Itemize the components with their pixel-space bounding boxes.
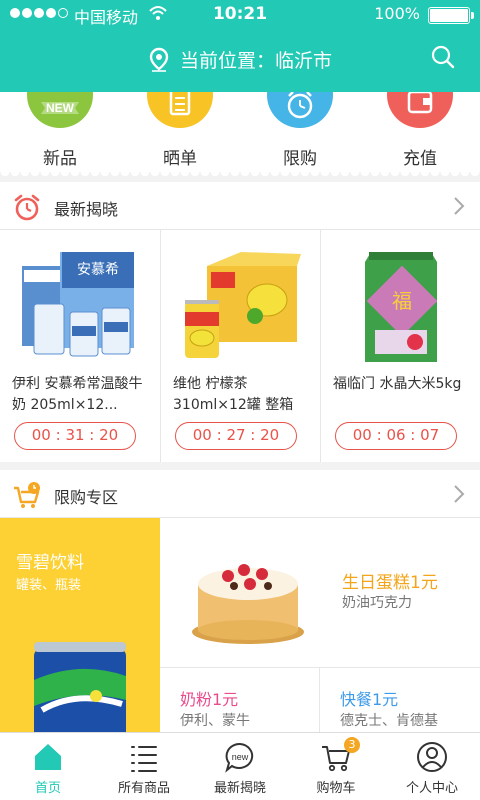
category-recharge[interactable]: 充值 [360, 92, 480, 172]
status-bar: 中国移动 10:21 100% [0, 0, 480, 30]
tab-home[interactable]: 首页 [0, 733, 96, 800]
document-icon [147, 92, 213, 128]
location-pin-icon [149, 47, 169, 72]
tab-all-products[interactable]: 所有商品 [96, 733, 192, 800]
section-title: 最新揭晓 [54, 200, 119, 219]
section-title: 限购专区 [54, 488, 119, 507]
tab-label: 个人中心 [405, 781, 458, 796]
latest-reveal-header[interactable]: 最新揭晓 [0, 182, 480, 230]
rice-bag-image: 福 [365, 252, 438, 362]
product-card[interactable]: 福 福临门 水晶大米5kg 00 : 06 : 07 [320, 230, 480, 462]
new-badge-icon: NEW [27, 92, 93, 128]
tab-cart[interactable]: 3 购物车 [288, 733, 384, 800]
list-icon [131, 746, 157, 772]
wallet-icon [387, 92, 453, 128]
user-icon [417, 742, 447, 772]
svg-text:NEW: NEW [46, 101, 75, 115]
bottom-tab-bar: 首页 所有商品 new 最新揭晓 3 购物车 个人中心 [0, 732, 480, 800]
flash-sale-grid: 雪碧饮料 罐装、瓶装 生日蛋糕1元 奶油巧克力 奶粉1元 伊利、蒙牛 快餐1元 … [0, 518, 480, 732]
milk-powder-title: 奶粉1元 [180, 690, 239, 709]
cart-count-badge: 3 [344, 737, 360, 753]
home-icon [35, 744, 61, 770]
category-label: 限购 [283, 149, 317, 169]
battery-percent: 100% [374, 4, 420, 23]
soda-can-image [34, 642, 126, 732]
featured-sprite-card[interactable]: 雪碧饮料 罐装、瓶装 [0, 518, 160, 732]
product-name: 维他 柠檬茶310ml×12罐 整箱装... [173, 376, 294, 413]
product-card[interactable]: 维他 柠檬茶310ml×12罐 整箱装... 00 : 27 : 20 [160, 230, 320, 462]
alarm-clock-icon [14, 194, 40, 221]
search-icon[interactable] [430, 44, 456, 70]
svg-text:new: new [232, 752, 249, 762]
category-label: 充值 [403, 149, 437, 169]
chevron-right-icon [454, 197, 465, 215]
category-show-order[interactable]: 晒单 [120, 92, 240, 172]
category-label: 新品 [43, 149, 77, 169]
milk-powder-subtitle: 伊利、蒙牛 [180, 713, 250, 729]
cake-title: 生日蛋糕1元 [342, 573, 438, 593]
fast-food-subtitle: 德克士、肯德基 [340, 713, 438, 729]
fast-food-card[interactable]: 快餐1元 德克士、肯德基 [320, 668, 480, 732]
fast-food-title: 快餐1元 [340, 690, 399, 709]
countdown-timer: 00 : 31 : 20 [14, 422, 136, 450]
birthday-cake-card[interactable]: 生日蛋糕1元 奶油巧克力 [160, 518, 480, 668]
cart-clock-icon [14, 482, 40, 508]
featured-subtitle: 罐装、瓶装 [16, 578, 82, 593]
alarm-clock-icon [267, 92, 333, 128]
category-new[interactable]: NEW 新品 [0, 92, 120, 172]
svg-text:安慕希: 安慕希 [77, 262, 119, 278]
chevron-right-icon [454, 485, 465, 503]
new-speech-icon: new [225, 742, 254, 773]
tab-label: 所有商品 [117, 781, 170, 796]
product-name: 福临门 水晶大米5kg [333, 376, 462, 392]
countdown-timer: 00 : 27 : 20 [175, 422, 297, 450]
product-name: 伊利 安慕希常温酸牛奶 205ml×12... [12, 376, 143, 413]
cake-subtitle: 奶油巧克力 [342, 595, 412, 611]
battery-icon [428, 7, 474, 24]
scallop-divider [0, 172, 480, 178]
lemon-tea-box-image [185, 252, 301, 358]
location-selector[interactable]: 当前位置：临沂市 [0, 46, 480, 73]
latest-reveal-products: 安慕希 伊利 安慕希常温酸牛奶 205ml×12... 00 : 31 : 20… [0, 230, 480, 462]
product-card[interactable]: 安慕希 伊利 安慕希常温酸牛奶 205ml×12... 00 : 31 : 20 [0, 230, 160, 462]
flash-sale-header[interactable]: 限购专区 [0, 470, 480, 518]
category-label: 晒单 [163, 149, 197, 169]
location-label: 当前位置：临沂市 [179, 50, 332, 72]
svg-text:福: 福 [392, 289, 412, 313]
featured-title: 雪碧饮料 [16, 553, 84, 573]
yogurt-box-image: 安慕希 [22, 252, 134, 357]
category-limited[interactable]: 限购 [240, 92, 360, 172]
tab-label: 最新揭晓 [213, 781, 266, 796]
tab-latest-reveal[interactable]: new 最新揭晓 [192, 733, 288, 800]
app-header: 中国移动 10:21 100% 当前位置：临沂市 [0, 0, 480, 92]
tab-profile[interactable]: 个人中心 [384, 733, 480, 800]
cake-image [192, 564, 304, 644]
milk-powder-card[interactable]: 奶粉1元 伊利、蒙牛 [160, 668, 320, 732]
category-row: NEW 新品 晒单 限购 充值 [0, 92, 480, 172]
tab-label: 购物车 [316, 781, 356, 796]
countdown-timer: 00 : 06 : 07 [335, 422, 457, 450]
tab-label: 首页 [34, 781, 61, 796]
